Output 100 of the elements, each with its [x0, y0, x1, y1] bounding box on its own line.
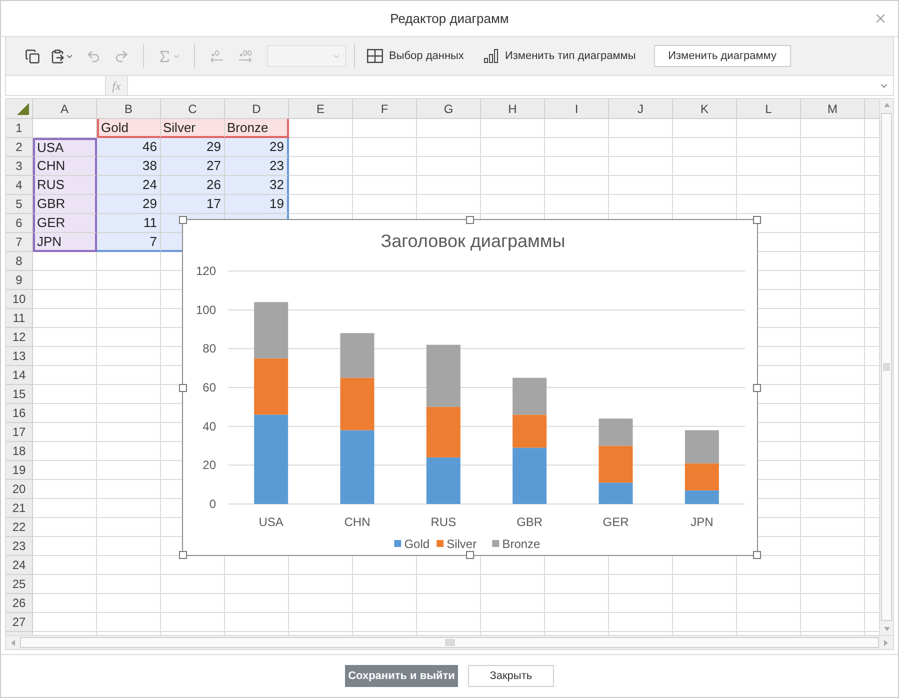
- column-header[interactable]: L: [737, 99, 801, 118]
- sigma-icon: [157, 48, 172, 64]
- scrollbar-thumb[interactable]: [881, 113, 892, 621]
- category-label: GER: [602, 515, 629, 529]
- column-header[interactable]: B: [97, 99, 161, 118]
- row-header[interactable]: 13: [6, 347, 32, 366]
- horizontal-scrollbar[interactable]: [6, 635, 893, 649]
- row-header[interactable]: 19: [6, 461, 32, 480]
- row-header[interactable]: 21: [6, 499, 32, 518]
- row-header[interactable]: 17: [6, 423, 32, 442]
- resize-handle[interactable]: [753, 551, 761, 559]
- table-cell: 32: [225, 176, 289, 195]
- close-button[interactable]: Закрыть: [468, 665, 554, 687]
- column-header[interactable]: G: [417, 99, 481, 118]
- edit-chart-button[interactable]: Изменить диаграмму: [654, 45, 791, 67]
- select-all-icon[interactable]: [17, 103, 29, 115]
- column-header[interactable]: F: [353, 99, 417, 118]
- row-header[interactable]: 24: [6, 556, 32, 575]
- chart-title: Заголовок диаграммы: [380, 231, 566, 251]
- bar-segment: [254, 302, 288, 358]
- category-label: GBR: [516, 515, 543, 529]
- row-header[interactable]: 5: [6, 195, 32, 214]
- bar-segment: [426, 344, 460, 407]
- axis-tick-label: 20: [202, 458, 216, 472]
- table-cell: GBR: [33, 195, 97, 214]
- table-cell: GER: [33, 214, 97, 233]
- row-header[interactable]: 2: [6, 138, 32, 157]
- table-cell: 29: [97, 195, 161, 214]
- column-header[interactable]: M: [801, 99, 865, 118]
- column-header[interactable]: J: [609, 99, 673, 118]
- table-cell: 26: [161, 176, 225, 195]
- column-header[interactable]: E: [289, 99, 353, 118]
- table-cell: 24: [97, 176, 161, 195]
- column-header[interactable]: K: [673, 99, 737, 118]
- select-data-button[interactable]: Выбор данных: [363, 44, 468, 68]
- category-label: CHN: [344, 515, 370, 529]
- column-header[interactable]: C: [161, 99, 225, 118]
- vertical-scrollbar[interactable]: [879, 99, 893, 635]
- bar-segment: [598, 418, 633, 446]
- row-header[interactable]: 20: [6, 480, 32, 499]
- row-header[interactable]: 9: [6, 271, 32, 290]
- column-header[interactable]: I: [545, 99, 609, 118]
- category-label: USA: [258, 515, 284, 529]
- row-header[interactable]: 22: [6, 518, 32, 537]
- row-header[interactable]: 7: [6, 233, 32, 252]
- row-header[interactable]: 10: [6, 290, 32, 309]
- row-header[interactable]: 16: [6, 404, 32, 423]
- column-header[interactable]: D: [225, 99, 289, 118]
- legend-label: Gold: [404, 537, 430, 551]
- resize-handle[interactable]: [466, 551, 474, 559]
- grip-icon: [883, 363, 890, 371]
- row-header[interactable]: 27: [6, 613, 32, 632]
- row-header[interactable]: 25: [6, 575, 32, 594]
- table-cell: 19: [225, 195, 289, 214]
- table-cell: 23: [225, 157, 289, 176]
- undo-icon: [86, 48, 100, 64]
- bar-chart-icon: [484, 49, 499, 63]
- table-cell: 27: [161, 157, 225, 176]
- change-chart-type-button[interactable]: Изменить тип диаграммы: [480, 44, 640, 68]
- resize-handle[interactable]: [466, 216, 474, 224]
- formula-field[interactable]: [128, 76, 893, 95]
- table-cell: Gold: [97, 119, 161, 138]
- axis-tick-label: 100: [196, 302, 216, 317]
- category-label: RUS: [430, 515, 456, 529]
- bar-segment: [426, 457, 460, 504]
- bar-segment: [512, 378, 547, 415]
- table-icon: [367, 49, 383, 63]
- row-header[interactable]: 1: [6, 119, 32, 138]
- row-header[interactable]: 3: [6, 157, 32, 176]
- row-header[interactable]: 6: [6, 214, 32, 233]
- row-header[interactable]: 8: [6, 252, 32, 271]
- resize-handle[interactable]: [179, 551, 187, 559]
- increase-decimals-icon: [236, 49, 254, 63]
- row-header[interactable]: 18: [6, 442, 32, 461]
- chart-frame[interactable]: Заголовок диаграммы 0 20 40 60 80 100 120 USA CHN RUS GBR GER JPN Gold Silver Bronze: [182, 219, 758, 556]
- resize-handle[interactable]: [753, 216, 761, 224]
- save-and-exit-button[interactable]: Сохранить и выйти: [345, 665, 458, 687]
- table-cell: JPN: [33, 233, 97, 252]
- dialog-title: Редактор диаграмм: [390, 10, 509, 28]
- resize-handle[interactable]: [753, 384, 761, 392]
- bar-segment: [340, 378, 374, 430]
- column-header[interactable]: A: [33, 99, 97, 118]
- row-header[interactable]: 11: [6, 309, 32, 328]
- column-header[interactable]: H: [481, 99, 545, 118]
- table-cell: 11: [97, 214, 161, 233]
- row-header[interactable]: 15: [6, 385, 32, 404]
- grip-icon: [444, 639, 454, 646]
- decrease-decimals-icon: [208, 49, 226, 63]
- row-header[interactable]: 14: [6, 366, 32, 385]
- bar-segment: [684, 430, 719, 464]
- row-header[interactable]: 12: [6, 328, 32, 347]
- table-cell: RUS: [33, 176, 97, 195]
- row-header[interactable]: 23: [6, 537, 32, 556]
- resize-handle[interactable]: [179, 384, 187, 392]
- scrollbar-thumb[interactable]: [20, 637, 879, 648]
- row-header[interactable]: 4: [6, 176, 32, 195]
- axis-tick-label: 120: [196, 264, 216, 278]
- copy-icon: [24, 48, 40, 64]
- row-header[interactable]: 26: [6, 594, 32, 613]
- resize-handle[interactable]: [179, 216, 187, 224]
